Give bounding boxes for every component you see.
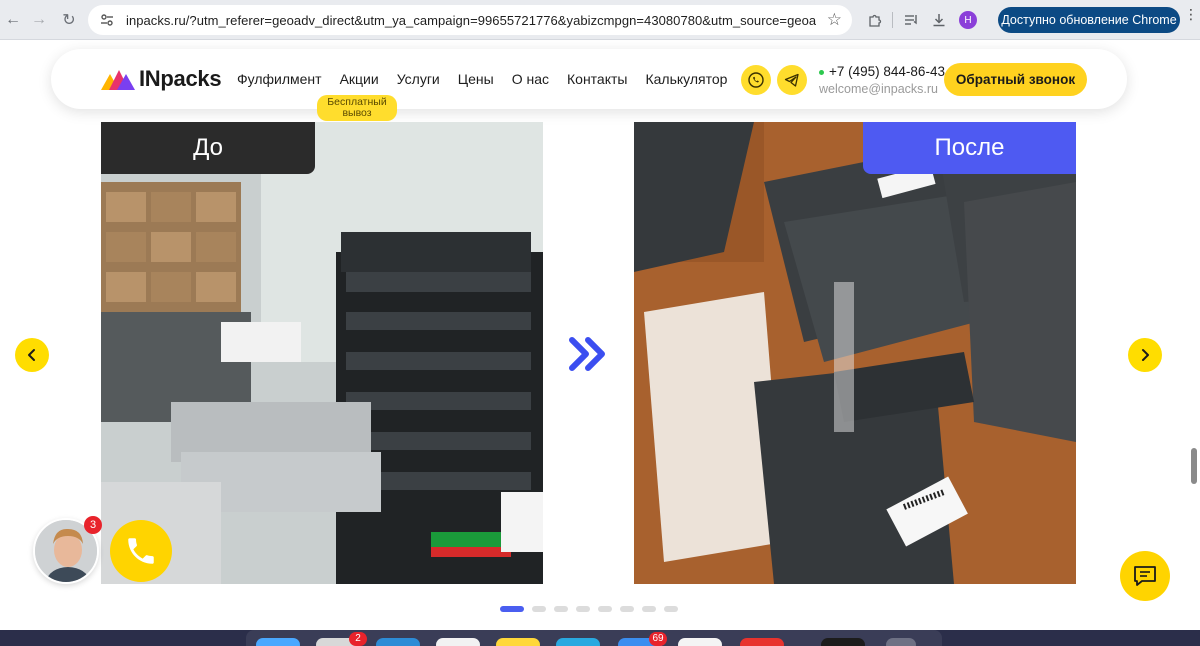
menu-item-promotions[interactable]: Акции [340, 71, 379, 87]
main-menu: Фулфилмент Акции Услуги Цены О нас Конта… [237, 71, 745, 87]
before-label: До [101, 122, 315, 174]
online-dot [819, 69, 824, 75]
address-bar[interactable]: inpacks.ru/?utm_referer=geoadv_direct&ut… [88, 5, 852, 35]
chevron-left-icon [28, 349, 35, 361]
phone-text[interactable]: +7 (495) 844-86-43 [829, 64, 945, 79]
logo-mark-icon [101, 70, 135, 90]
pagination-dot[interactable] [664, 606, 678, 612]
extensions-puzzle-icon[interactable] [860, 6, 888, 34]
pagination-dot[interactable] [500, 606, 524, 612]
profile-avatar[interactable]: Н [959, 11, 977, 29]
downloads-icon[interactable] [925, 6, 953, 34]
dock-app-icon-8[interactable] [678, 638, 722, 646]
pagination-dot[interactable] [576, 606, 590, 612]
toolbar-divider [892, 12, 893, 28]
before-photo: До [101, 122, 543, 584]
menu-item-fulfillment[interactable]: Фулфилмент [237, 71, 322, 87]
logo-text: INpacks [139, 66, 222, 91]
slider-pagination [500, 606, 686, 612]
dock-app-finder-icon[interactable] [256, 638, 300, 646]
macos-dock: 2 69 [246, 630, 942, 646]
menu-item-contacts[interactable]: Контакты [567, 71, 627, 87]
dock-badge: 2 [349, 632, 367, 646]
pagination-dot[interactable] [642, 606, 656, 612]
before-photo-image [101, 122, 543, 584]
reload-icon[interactable]: ↻ [56, 7, 82, 33]
back-arrow-icon[interactable]: ← [0, 7, 26, 33]
dock-app-notes-icon[interactable] [496, 638, 540, 646]
call-widget-button[interactable] [110, 520, 172, 582]
phone-icon [128, 538, 154, 564]
dock-app-telegram-icon[interactable] [556, 638, 600, 646]
dock-app-terminal-icon[interactable] [821, 638, 865, 646]
pagination-dot[interactable] [532, 606, 546, 612]
reading-list-icon[interactable] [897, 6, 925, 34]
dock-app-icon-9[interactable] [740, 638, 784, 646]
slider-prev-button[interactable] [15, 338, 49, 372]
dock-app-safari-icon[interactable] [376, 638, 420, 646]
pagination-dot[interactable] [554, 606, 568, 612]
menu-item-calculator[interactable]: Калькулятор [645, 71, 727, 87]
web-page: INpacks Фулфилмент Акции Услуги Цены О н… [0, 40, 1200, 630]
menu-item-services[interactable]: Услуги [397, 71, 440, 87]
forward-arrow-icon[interactable]: → [26, 7, 52, 33]
site-header: INpacks Фулфилмент Акции Услуги Цены О н… [51, 49, 1127, 121]
contact-block: +7 (495) 844-86-43 welcome@inpacks.ru [819, 64, 945, 96]
notification-count-badge: 3 [84, 516, 102, 534]
whatsapp-icon[interactable] [741, 65, 771, 95]
menu-item-about[interactable]: О нас [512, 71, 549, 87]
pagination-dot[interactable] [620, 606, 634, 612]
dock-app-icon-4[interactable] [436, 638, 480, 646]
bookmark-star-icon[interactable]: ☆ [827, 10, 842, 30]
more-menu-icon[interactable]: ⋮ [1184, 7, 1198, 29]
chat-bubble-icon [1134, 566, 1156, 586]
page-scrollbar[interactable] [1191, 448, 1197, 484]
chevron-right-icon [1142, 349, 1149, 361]
browser-toolbar: ← → ↻ inpacks.ru/?utm_referer=geoadv_dir… [0, 0, 1200, 40]
url-text[interactable]: inpacks.ru/?utm_referer=geoadv_direct&ut… [126, 13, 816, 28]
dock-badge: 69 [649, 632, 667, 646]
pagination-dot[interactable] [598, 606, 612, 612]
telegram-icon[interactable] [777, 65, 807, 95]
chrome-update-button[interactable]: Доступно обновление Chrome [998, 7, 1180, 33]
menu-item-prices[interactable]: Цены [458, 71, 494, 87]
desktop-background: 2 69 [0, 630, 1200, 646]
dock-trash-icon[interactable] [886, 638, 916, 646]
double-chevron-right-icon [569, 337, 605, 371]
callback-button[interactable]: Обратный звонок [944, 63, 1087, 96]
slider-next-button[interactable] [1128, 338, 1162, 372]
after-photo: После [634, 122, 1076, 584]
site-settings-icon[interactable] [96, 9, 118, 31]
phone-number[interactable]: +7 (495) 844-86-43 [819, 64, 945, 79]
after-label: После [863, 122, 1076, 174]
site-logo[interactable]: INpacks [101, 63, 222, 95]
after-photo-image [634, 122, 1076, 584]
free-pickup-badge[interactable]: Бесплатный вывоз [317, 95, 397, 121]
email-link[interactable]: welcome@inpacks.ru [819, 82, 945, 96]
chat-widget-button[interactable] [1120, 551, 1170, 601]
